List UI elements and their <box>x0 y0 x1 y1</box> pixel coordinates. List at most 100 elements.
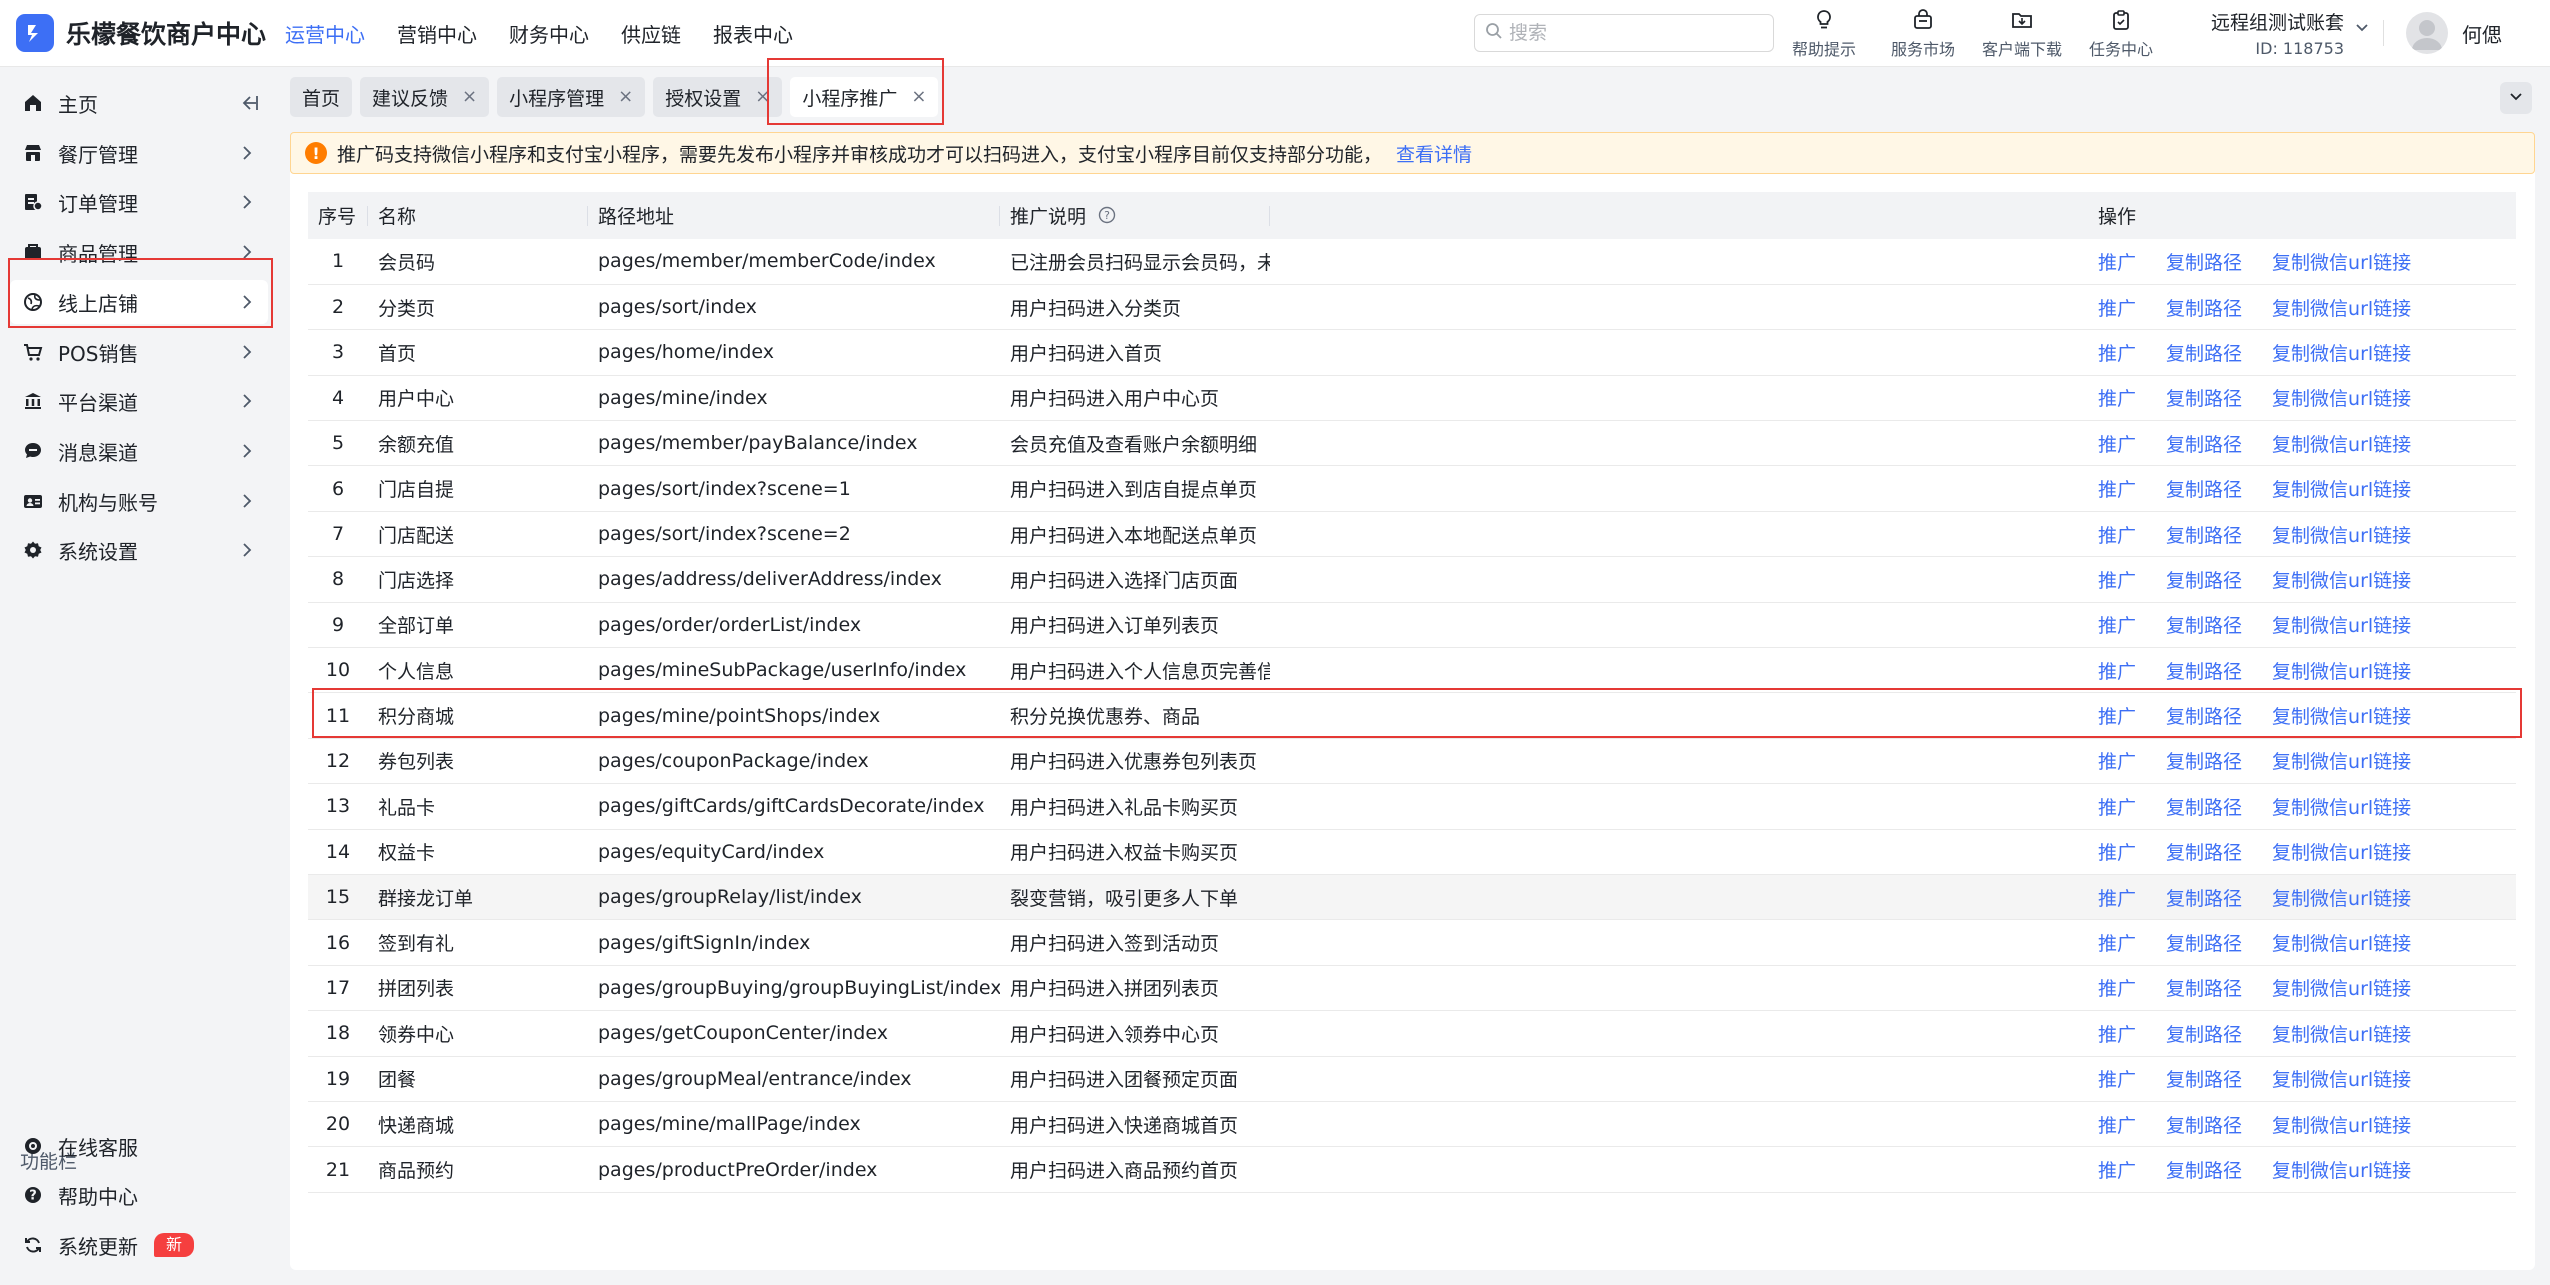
copy-path-link[interactable]: 复制路径 <box>2166 388 2242 410</box>
sidebar-item-message-channel[interactable]: 消息渠道 <box>10 429 268 473</box>
copy-path-link[interactable]: 复制路径 <box>2166 252 2242 274</box>
copy-wechat-url-link[interactable]: 复制微信url链接 <box>2272 343 2411 365</box>
top-nav-item-operations[interactable]: 运营中心 <box>285 19 365 48</box>
sidebar-item-online-store[interactable]: 线上店铺 <box>10 280 268 324</box>
promote-link[interactable]: 推广 <box>2098 298 2136 320</box>
sidebar-item-org-account[interactable]: 机构与账号 <box>10 479 268 523</box>
copy-path-link[interactable]: 复制路径 <box>2166 1115 2242 1137</box>
sidebar-item-platform-channel[interactable]: 平台渠道 <box>10 379 268 423</box>
top-nav-item-finance[interactable]: 财务中心 <box>509 19 589 48</box>
top-nav-item-reports[interactable]: 报表中心 <box>713 19 793 48</box>
copy-path-link[interactable]: 复制路径 <box>2166 570 2242 592</box>
sidebar-item-orders[interactable]: 订单管理 <box>10 180 268 224</box>
tab-mini-program-promotion[interactable]: 小程序推广 × <box>790 77 939 117</box>
close-icon[interactable]: × <box>462 88 477 106</box>
sidebar-item-home[interactable]: 主页 <box>10 81 268 125</box>
copy-path-link[interactable]: 复制路径 <box>2166 797 2242 819</box>
copy-path-link[interactable]: 复制路径 <box>2166 661 2242 683</box>
promote-link[interactable]: 推广 <box>2098 978 2136 1000</box>
copy-path-link[interactable]: 复制路径 <box>2166 525 2242 547</box>
promote-link[interactable]: 推广 <box>2098 525 2136 547</box>
copy-path-link[interactable]: 复制路径 <box>2166 751 2242 773</box>
close-icon[interactable]: × <box>755 88 770 106</box>
promote-link[interactable]: 推广 <box>2098 1024 2136 1046</box>
sidebar-item-goods[interactable]: 商品管理 <box>10 230 268 274</box>
promote-link[interactable]: 推广 <box>2098 343 2136 365</box>
copy-wechat-url-link[interactable]: 复制微信url链接 <box>2272 933 2411 955</box>
copy-path-link[interactable]: 复制路径 <box>2166 978 2242 1000</box>
promote-link[interactable]: 推广 <box>2098 570 2136 592</box>
sidebar-item-restaurant[interactable]: 餐厅管理 <box>10 131 268 175</box>
copy-wechat-url-link[interactable]: 复制微信url链接 <box>2272 751 2411 773</box>
sidebar-item-system-settings[interactable]: 系统设置 <box>10 528 268 572</box>
tab-mini-program-manage[interactable]: 小程序管理 × <box>497 77 646 117</box>
promote-link[interactable]: 推广 <box>2098 888 2136 910</box>
tab-auth-settings[interactable]: 授权设置 × <box>653 77 783 117</box>
promote-link[interactable]: 推广 <box>2098 1160 2136 1182</box>
promote-link[interactable]: 推广 <box>2098 842 2136 864</box>
tab-feedback[interactable]: 建议反馈 × <box>360 77 490 117</box>
copy-wechat-url-link[interactable]: 复制微信url链接 <box>2272 570 2411 592</box>
copy-wechat-url-link[interactable]: 复制微信url链接 <box>2272 797 2411 819</box>
copy-wechat-url-link[interactable]: 复制微信url链接 <box>2272 479 2411 501</box>
copy-path-link[interactable]: 复制路径 <box>2166 479 2242 501</box>
copy-wechat-url-link[interactable]: 复制微信url链接 <box>2272 888 2411 910</box>
account-switcher[interactable]: 远程组测试账套 ID: 118753 <box>2200 8 2370 60</box>
promote-link[interactable]: 推广 <box>2098 615 2136 637</box>
top-nav-item-marketing[interactable]: 营销中心 <box>397 19 477 48</box>
tool-task-center[interactable]: 任务中心 <box>2066 8 2176 60</box>
copy-wechat-url-link[interactable]: 复制微信url链接 <box>2272 525 2411 547</box>
tool-help-tips[interactable]: 帮助提示 <box>1769 8 1879 60</box>
copy-wechat-url-link[interactable]: 复制微信url链接 <box>2272 978 2411 1000</box>
copy-wechat-url-link[interactable]: 复制微信url链接 <box>2272 434 2411 456</box>
tool-client-download[interactable]: 客户端下载 <box>1967 8 2077 60</box>
promote-link[interactable]: 推广 <box>2098 1069 2136 1091</box>
view-details-link[interactable]: 查看详情 <box>1396 140 1472 167</box>
copy-path-link[interactable]: 复制路径 <box>2166 343 2242 365</box>
user-menu[interactable]: 何偲 <box>2406 12 2502 54</box>
brand[interactable]: 乐檬餐饮商户中心 <box>16 14 266 52</box>
copy-path-link[interactable]: 复制路径 <box>2166 706 2242 728</box>
copy-wechat-url-link[interactable]: 复制微信url链接 <box>2272 252 2411 274</box>
promote-link[interactable]: 推广 <box>2098 706 2136 728</box>
copy-path-link[interactable]: 复制路径 <box>2166 842 2242 864</box>
search-input[interactable] <box>1509 22 1759 44</box>
close-icon[interactable]: × <box>618 88 633 106</box>
copy-path-link[interactable]: 复制路径 <box>2166 434 2242 456</box>
tool-service-market[interactable]: 服务市场 <box>1868 8 1978 60</box>
collapse-sidebar-icon[interactable] <box>238 92 260 119</box>
tab-home[interactable]: 首页 <box>290 77 353 117</box>
copy-path-link[interactable]: 复制路径 <box>2166 1024 2242 1046</box>
promote-link[interactable]: 推广 <box>2098 434 2136 456</box>
copy-wechat-url-link[interactable]: 复制微信url链接 <box>2272 388 2411 410</box>
copy-path-link[interactable]: 复制路径 <box>2166 298 2242 320</box>
tabs-more-button[interactable] <box>2500 82 2532 114</box>
copy-wechat-url-link[interactable]: 复制微信url链接 <box>2272 706 2411 728</box>
question-circle-icon[interactable]: ? <box>1098 206 1116 229</box>
promote-link[interactable]: 推广 <box>2098 751 2136 773</box>
copy-path-link[interactable]: 复制路径 <box>2166 888 2242 910</box>
promote-link[interactable]: 推广 <box>2098 797 2136 819</box>
promote-link[interactable]: 推广 <box>2098 252 2136 274</box>
copy-wechat-url-link[interactable]: 复制微信url链接 <box>2272 842 2411 864</box>
sidebar-item-pos[interactable]: POS销售 <box>10 330 268 374</box>
copy-wechat-url-link[interactable]: 复制微信url链接 <box>2272 615 2411 637</box>
copy-wechat-url-link[interactable]: 复制微信url链接 <box>2272 1115 2411 1137</box>
search-box[interactable] <box>1474 14 1774 52</box>
top-nav-item-supply-chain[interactable]: 供应链 <box>621 19 681 48</box>
copy-wechat-url-link[interactable]: 复制微信url链接 <box>2272 298 2411 320</box>
copy-wechat-url-link[interactable]: 复制微信url链接 <box>2272 1024 2411 1046</box>
promote-link[interactable]: 推广 <box>2098 479 2136 501</box>
copy-wechat-url-link[interactable]: 复制微信url链接 <box>2272 661 2411 683</box>
sidebar-item-system-update[interactable]: 系统更新 新 <box>10 1223 268 1267</box>
copy-path-link[interactable]: 复制路径 <box>2166 615 2242 637</box>
close-icon[interactable]: × <box>911 88 926 106</box>
promote-link[interactable]: 推广 <box>2098 1115 2136 1137</box>
promote-link[interactable]: 推广 <box>2098 933 2136 955</box>
promote-link[interactable]: 推广 <box>2098 661 2136 683</box>
copy-path-link[interactable]: 复制路径 <box>2166 1069 2242 1091</box>
promote-link[interactable]: 推广 <box>2098 388 2136 410</box>
sidebar-item-online-support[interactable]: 在线客服 <box>10 1124 268 1168</box>
copy-path-link[interactable]: 复制路径 <box>2166 1160 2242 1182</box>
copy-wechat-url-link[interactable]: 复制微信url链接 <box>2272 1069 2411 1091</box>
